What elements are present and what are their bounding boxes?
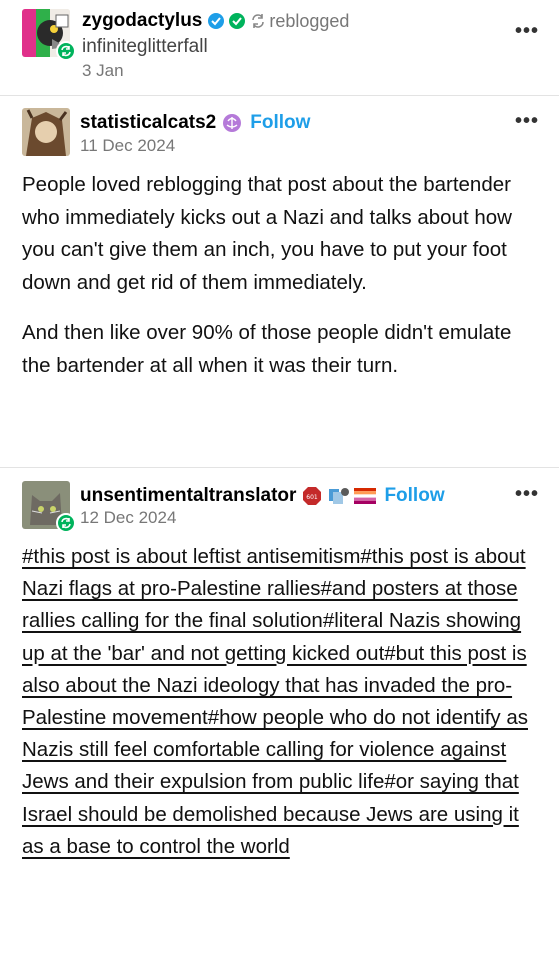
reply-avatar[interactable] <box>22 481 76 533</box>
reblogger-avatar[interactable] <box>22 9 76 61</box>
op-avatar-image <box>22 108 70 156</box>
reblogged-label: reblogged <box>269 10 350 31</box>
checkmark-badge-icon <box>228 12 246 30</box>
op-paragraph: People loved reblogging that post about … <box>22 173 512 294</box>
op-avatar[interactable] <box>22 108 70 156</box>
op-date[interactable]: 11 Dec 2024 <box>80 136 175 156</box>
op-more-options-button[interactable]: ••• <box>515 110 539 133</box>
reply-username[interactable]: unsentimentaltranslator <box>80 485 296 507</box>
verified-badge-icon <box>207 12 225 30</box>
op-body: People loved reblogging that post about … <box>22 169 535 382</box>
reblogger-username[interactable]: zygodactylus <box>82 10 202 32</box>
badge-text: 601 <box>307 494 319 501</box>
reply-date[interactable]: 12 Dec 2024 <box>80 508 176 528</box>
reblog-icon <box>56 41 76 61</box>
stop-sign-badge-icon: 601 <box>302 486 322 506</box>
source-username[interactable]: infiniteglitterfall <box>82 36 208 58</box>
reply-header: unsentimentaltranslator 601 Follow 12 De… <box>0 468 559 538</box>
reblog-header: zygodactylus reblogged infiniteglitterfa… <box>0 0 559 95</box>
op-paragraph: And then like over 90% of those people d… <box>22 321 512 377</box>
op-username[interactable]: statisticalcats2 <box>80 112 216 134</box>
op-header: statisticalcats2 Follow 11 Dec 2024 ••• <box>0 96 559 166</box>
flag-icon <box>354 488 377 504</box>
more-options-button[interactable]: ••• <box>515 20 539 43</box>
reblog-small-icon <box>250 13 266 29</box>
op-follow-button[interactable]: Follow <box>250 112 310 134</box>
reply-more-options-button[interactable]: ••• <box>515 483 539 506</box>
stickers-icon <box>327 486 351 506</box>
reblog-icon <box>56 513 76 533</box>
reply-tags[interactable]: #this post is about leftist antisemitism… <box>22 541 539 863</box>
brain-badge-icon <box>222 113 242 133</box>
reblog-date[interactable]: 3 Jan <box>82 61 124 81</box>
reply-follow-button[interactable]: Follow <box>384 485 444 507</box>
